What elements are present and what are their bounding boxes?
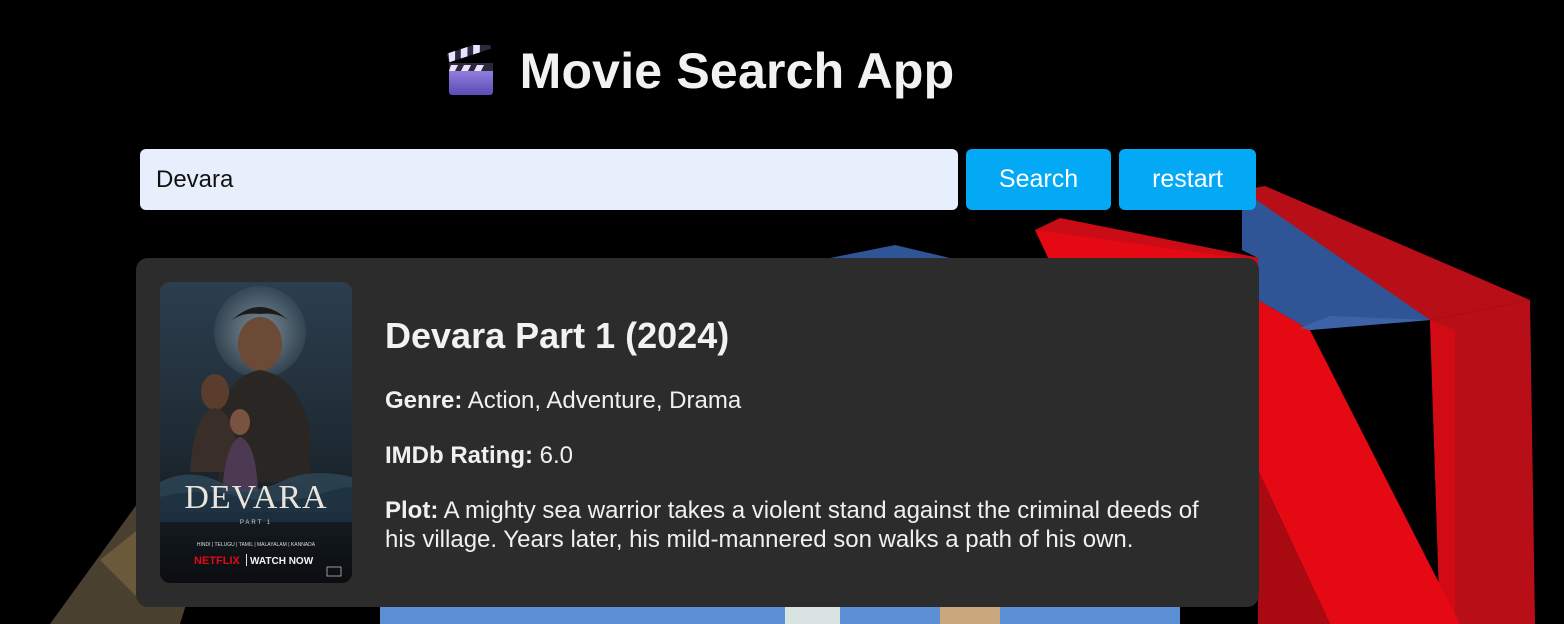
- poster-brand: NETFLIX: [194, 555, 240, 567]
- movie-title: Devara Part 1 (2024): [385, 315, 730, 356]
- genre-label: Genre:: [385, 387, 463, 414]
- movie-info: Devara Part 1 (2024) Genre: Action, Adve…: [385, 314, 1235, 580]
- poster-languages: HINDI | TELUGU | TAMIL | MALAYALAM | KAN…: [197, 542, 316, 548]
- app-header: Movie Search App: [0, 36, 1400, 106]
- clapperboard-icon: [446, 45, 493, 95]
- poster-artwork: DEVARA PART 1 HINDI | TELUGU | TAMIL | M…: [160, 282, 352, 583]
- rating-label: IMDb Rating:: [385, 442, 533, 469]
- plot-label: Plot:: [385, 497, 439, 524]
- plot-value: A mighty sea warrior takes a violent sta…: [385, 497, 1199, 553]
- movie-genre: Genre: Action, Adventure, Drama: [385, 386, 1235, 415]
- poster-part: PART 1: [240, 520, 272, 526]
- poster-cta: WATCH NOW: [250, 556, 314, 567]
- movie-result-card: DEVARA PART 1 HINDI | TELUGU | TAMIL | M…: [136, 258, 1259, 607]
- restart-button[interactable]: restart: [1119, 149, 1256, 210]
- rating-value: 6.0: [539, 442, 574, 469]
- genre-value: Action, Adventure, Drama: [467, 387, 742, 414]
- search-button[interactable]: Search: [966, 149, 1111, 210]
- movie-rating: IMDb Rating: 6.0: [385, 441, 1235, 470]
- search-bar: Search restart: [140, 149, 1256, 210]
- app-title: Movie Search App: [519, 43, 955, 99]
- movie-poster: DEVARA PART 1 HINDI | TELUGU | TAMIL | M…: [160, 282, 352, 583]
- app-root: Movie Search App Search restart: [0, 0, 1564, 624]
- search-input[interactable]: [140, 149, 958, 210]
- poster-title: DEVARA: [184, 479, 327, 516]
- movie-plot: Plot: A mighty sea warrior takes a viole…: [385, 496, 1235, 554]
